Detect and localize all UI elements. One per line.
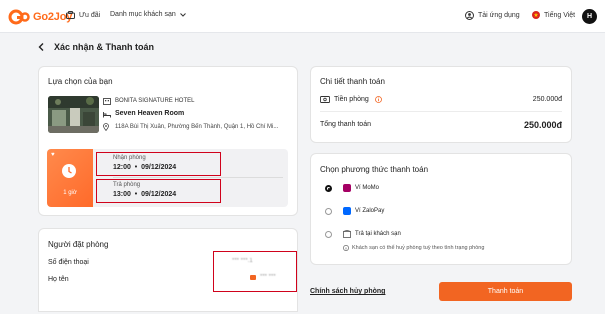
room-name: Seven Heaven Room — [115, 110, 185, 117]
nav-deals-label: Ưu đãi — [79, 11, 101, 19]
nav-app-download-label: Tải ứng dụng — [478, 12, 520, 19]
user-avatar[interactable]: H — [582, 9, 597, 24]
momo-label: Ví MoMo — [355, 185, 380, 191]
clock-icon — [62, 164, 76, 178]
momo-radio[interactable] — [325, 185, 332, 192]
hotel-pay-icon — [343, 230, 351, 238]
pay-button[interactable]: Thanh toán — [439, 282, 572, 301]
total-label: Tổng thanh toán — [320, 121, 371, 128]
hotel-building-icon — [103, 98, 111, 105]
zalopay-radio[interactable] — [325, 208, 332, 215]
payment-option-zalopay[interactable]: Ví ZaloPay — [325, 206, 555, 218]
payment-method-heading: Chọn phương thức thanh toán — [320, 165, 429, 174]
selection-heading: Lựa chọn của bạn — [48, 77, 113, 86]
zalopay-icon — [343, 207, 351, 215]
user-circle-icon — [465, 11, 474, 20]
hotel-name: BONITA SIGNATURE HOTEL — [115, 98, 195, 104]
deals-icon — [66, 11, 75, 19]
page-title: Xác nhận & Thanh toán — [54, 42, 155, 52]
checkout-highlight-box — [96, 179, 221, 203]
hotel-pay-label: Trả tại khách sạn — [355, 231, 401, 237]
cash-icon — [320, 96, 330, 103]
name-label: Họ tên — [48, 276, 69, 283]
payment-option-hotel[interactable]: Trả tại khách sạn — [325, 229, 555, 241]
room-price-value: 250.000đ — [532, 96, 562, 103]
nav-app-download[interactable]: Tải ứng dụng — [465, 11, 520, 20]
nav-deals[interactable]: Ưu đãi — [66, 11, 100, 19]
payment-details-heading: Chi tiết thanh toán — [320, 77, 385, 86]
payment-method-card: Chọn phương thức thanh toán Ví MoMo Ví Z… — [310, 153, 572, 265]
hotel-pay-radio[interactable] — [325, 231, 332, 238]
top-navigation-bar: Go2Joy Ưu đãi Danh mục khách sạn Tải ứng… — [0, 0, 605, 33]
brand-logo[interactable]: Go2Joy — [8, 8, 72, 26]
booker-heading: Người đặt phòng — [48, 240, 109, 249]
page-header: Xác nhận & Thanh toán — [38, 42, 154, 52]
nav-hotel-categories-label: Danh mục khách sạn — [110, 11, 176, 18]
location-pin-icon — [103, 123, 109, 131]
heart-sparkle-icon: ♥ — [51, 152, 55, 158]
payment-details-card: Chi tiết thanh toán Tiền phòng 250.000đ … — [310, 66, 572, 143]
duration-badge: ♥ 1 giờ — [47, 149, 93, 207]
phone-label: Số điện thoại — [48, 259, 89, 266]
booker-info-highlight-box: *** ***.1 *** *** — [213, 251, 297, 292]
cancel-policy-link[interactable]: Chính sách hủy phòng — [310, 288, 385, 295]
language-selector[interactable]: Tiếng Việt — [532, 11, 575, 19]
duration-label: 1 giờ — [63, 190, 77, 196]
go2joy-logo-icon — [8, 8, 30, 26]
info-icon[interactable] — [375, 96, 382, 103]
time-divider — [113, 177, 283, 178]
payment-option-momo[interactable]: Ví MoMo — [325, 183, 555, 195]
info-circle-icon — [343, 245, 349, 251]
bed-icon — [103, 112, 111, 118]
zalopay-label: Ví ZaloPay — [355, 208, 385, 214]
room-price-label: Tiền phòng — [334, 96, 369, 103]
vietnam-flag-icon — [532, 11, 540, 19]
hotel-thumbnail[interactable] — [48, 96, 99, 133]
nav-hotel-categories[interactable]: Danh mục khách sạn — [110, 11, 186, 18]
name-flag-icon — [250, 275, 256, 280]
name-value: *** *** — [260, 274, 276, 280]
total-value: 250.000đ — [523, 120, 562, 130]
back-arrow-icon[interactable] — [38, 43, 44, 51]
phone-value: *** ***.1 — [232, 258, 253, 264]
price-divider — [320, 111, 562, 112]
chevron-down-icon — [179, 12, 186, 17]
checkin-highlight-box — [96, 152, 221, 176]
hotel-address: 118A Bùi Thị Xuân, Phường Bến Thành, Quậ… — [115, 124, 279, 130]
momo-icon — [343, 184, 351, 192]
language-label: Tiếng Việt — [544, 11, 576, 19]
hotel-pay-note: Khách sạn có thể huỷ phòng tuỳ theo tình… — [352, 245, 485, 251]
